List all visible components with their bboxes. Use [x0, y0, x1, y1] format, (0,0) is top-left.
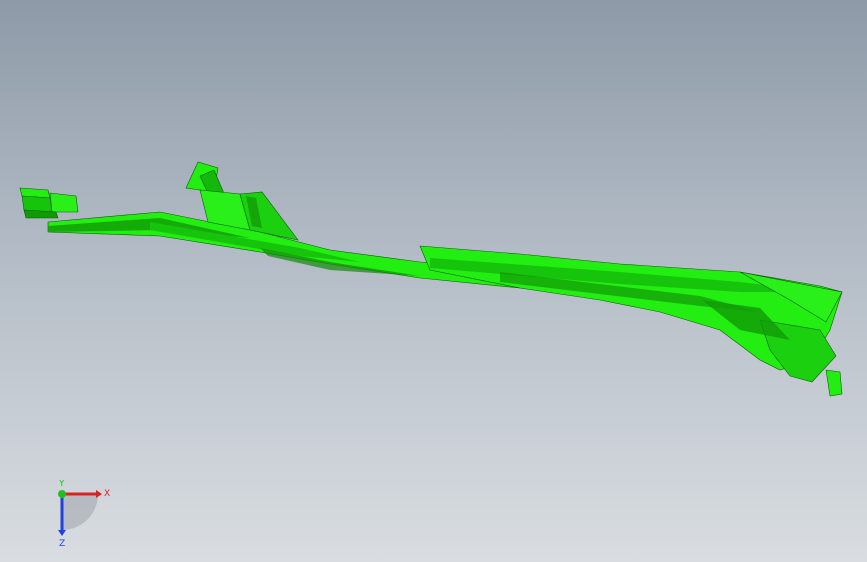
3d-model[interactable] [0, 0, 867, 562]
graphics-viewport[interactable]: X Y Z [0, 0, 867, 562]
z-axis-label: Z [59, 539, 65, 549]
model-left-bracket [19, 187, 79, 219]
x-axis-arrowhead [96, 490, 102, 498]
x-axis-label: X [104, 489, 110, 499]
y-axis-dot [58, 490, 66, 498]
model-right-section [419, 245, 843, 397]
orientation-triad: X Y Z [40, 479, 120, 550]
y-axis-label: Y [58, 480, 65, 489]
z-axis-arrowhead [58, 530, 66, 536]
triad-shadow [62, 494, 98, 530]
